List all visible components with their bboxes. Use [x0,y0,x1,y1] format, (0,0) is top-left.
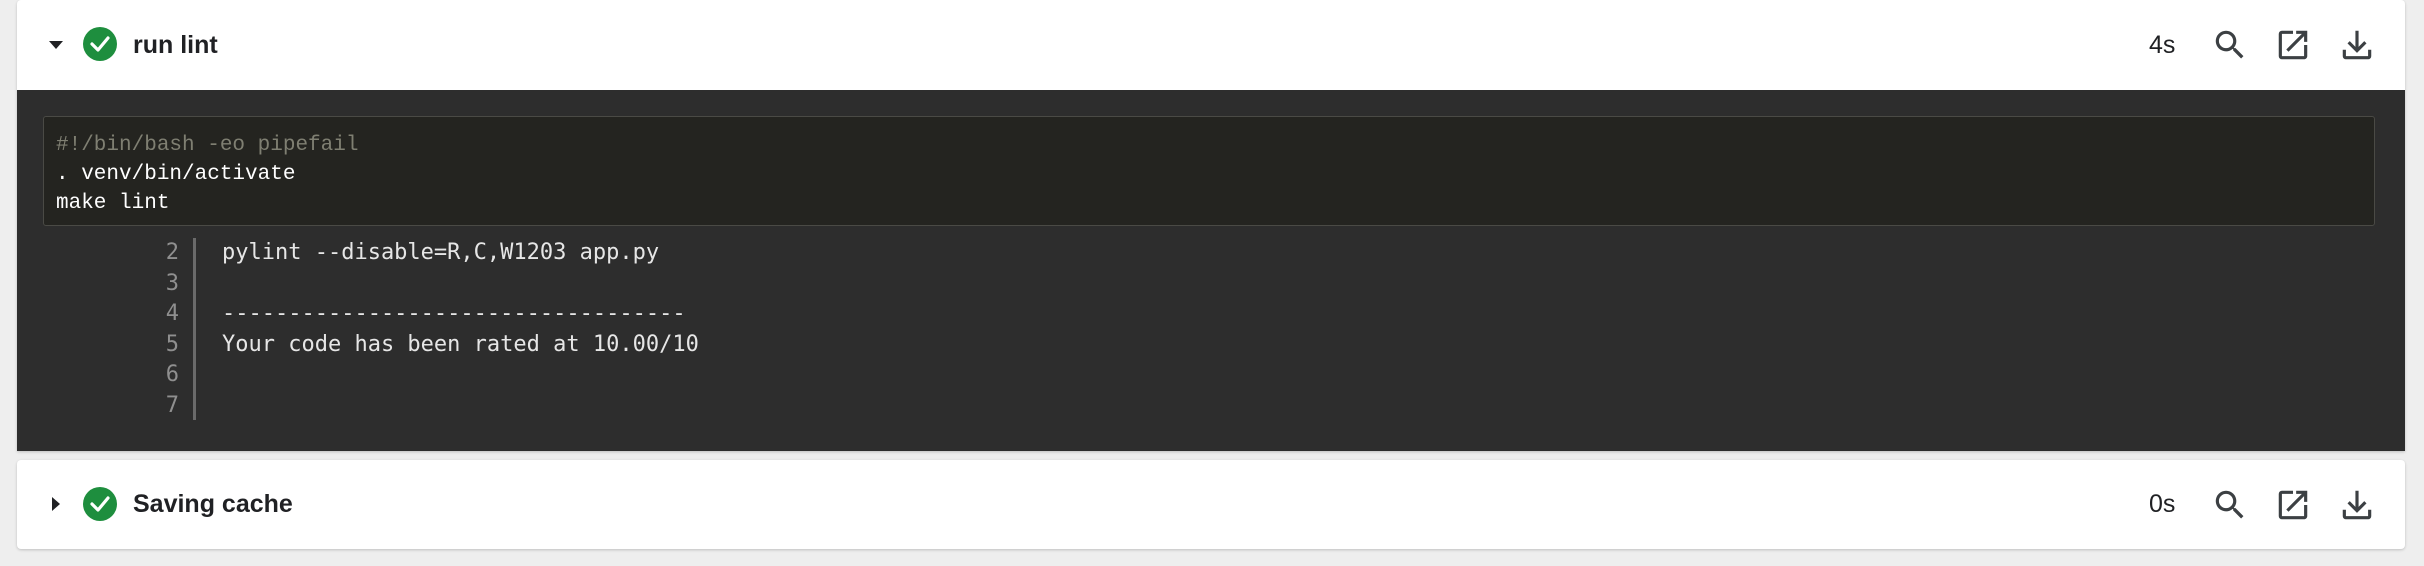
download-icon[interactable] [2338,26,2376,64]
step-log-output: #!/bin/bash -eo pipefail . venv/bin/acti… [17,90,2405,451]
open-in-new-icon[interactable] [2274,26,2312,64]
log-line: 4 ----------------------------------- [17,299,2405,330]
script-line: make lint [56,192,170,215]
log-lines: 2 pylint --disable=R,C,W1203 app.py 3 4 … [17,238,2405,421]
open-in-new-icon[interactable] [2274,486,2312,524]
script-line: . venv/bin/activate [56,163,296,186]
log-line: 2 pylint --disable=R,C,W1203 app.py [17,238,2405,269]
log-line: 5 Your code has been rated at 10.00/10 [17,330,2405,361]
job-steps-panel: run lint 4s #!/bin/bash -eo pipefail . v… [17,0,2405,566]
line-text: ----------------------------------- [222,301,686,326]
chevron-right-icon[interactable] [47,495,65,513]
step-header-saving-cache[interactable]: Saving cache 0s [17,460,2405,549]
line-number: 3 [165,270,179,296]
log-line: 3 [17,269,2405,300]
step-script: #!/bin/bash -eo pipefail . venv/bin/acti… [43,116,2375,226]
check-circle-icon [83,27,117,61]
line-text: Your code has been rated at 10.00/10 [222,331,699,357]
line-number: 5 [165,331,179,357]
line-number: 2 [165,240,179,265]
step-saving-cache: Saving cache 0s [17,460,2405,549]
line-number: 6 [165,362,179,387]
step-duration: 4s [2149,31,2176,59]
step-run-lint: run lint 4s #!/bin/bash -eo pipefail . v… [17,0,2405,451]
chevron-down-icon[interactable] [47,36,65,54]
download-icon[interactable] [2338,486,2376,524]
line-number: 4 [165,301,179,326]
step-header-run-lint[interactable]: run lint 4s [17,0,2405,90]
script-line: #!/bin/bash -eo pipefail [56,134,359,157]
check-circle-icon [83,487,117,521]
log-line: 7 [17,391,2405,422]
search-icon[interactable] [2211,486,2249,524]
step-title: Saving cache [133,490,293,518]
search-icon[interactable] [2211,26,2249,64]
step-title: run lint [133,31,218,59]
line-number: 7 [165,392,179,418]
log-line: 6 [17,360,2405,391]
step-duration: 0s [2149,490,2176,518]
line-text: pylint --disable=R,C,W1203 app.py [222,240,660,265]
